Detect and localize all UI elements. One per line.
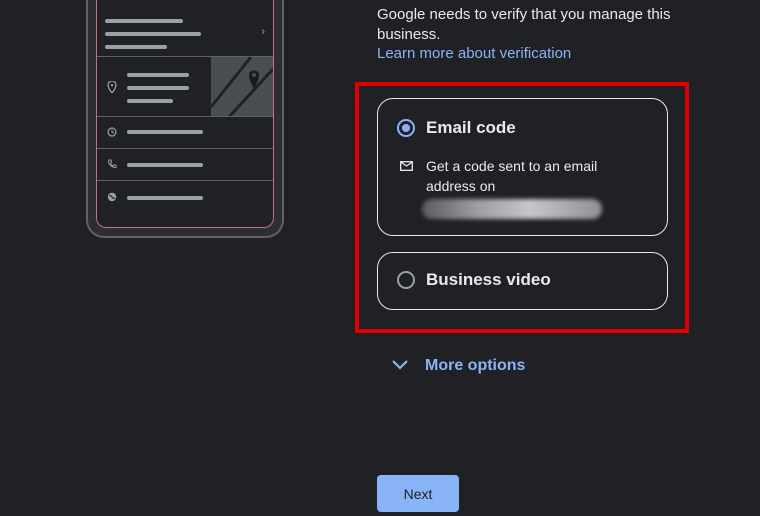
business-video-title: Business video [426, 270, 551, 289]
email-code-description: Get a code sent to an email address on [426, 158, 598, 194]
learn-more-link[interactable]: Learn more about verification [377, 45, 571, 62]
phone-icon [107, 159, 117, 169]
next-button[interactable]: Next [377, 475, 459, 512]
phone-row-hours [97, 116, 273, 149]
map-thumbnail [211, 57, 273, 117]
mail-icon [400, 158, 413, 171]
phone-row-phone [97, 148, 273, 181]
more-options-label: More options [425, 357, 526, 374]
chevron-down-icon [391, 357, 409, 375]
email-code-title: Email code [426, 118, 516, 137]
globe-icon [107, 192, 117, 202]
business-video-option[interactable]: Business video [377, 252, 668, 310]
redacted-email-address [422, 199, 602, 219]
phone-row-address [97, 56, 273, 117]
phone-screen: › [96, 0, 274, 228]
phone-row-description: › [97, 0, 273, 56]
phone-row-website [97, 180, 273, 217]
verification-description: Google needs to verify that you manage t… [377, 6, 671, 43]
chevron-right-icon: › [261, 26, 265, 38]
email-code-radio[interactable] [397, 119, 415, 137]
business-video-radio[interactable] [397, 271, 415, 289]
clock-icon [107, 127, 117, 137]
email-code-option[interactable]: Email code Get a code sent to an email a… [377, 98, 668, 236]
more-options-button[interactable]: More options [391, 357, 525, 375]
location-pin-icon [107, 80, 117, 95]
phone-illustration: › [86, 0, 284, 238]
